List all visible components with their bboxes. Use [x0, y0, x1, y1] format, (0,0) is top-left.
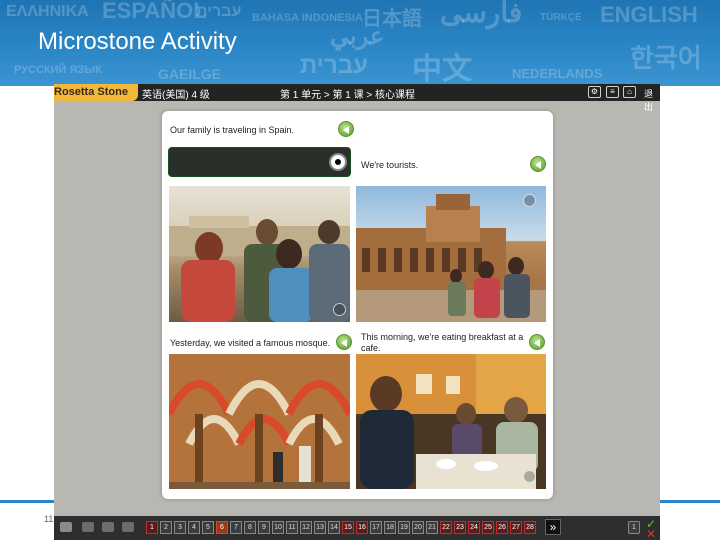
- hint-button[interactable]: 1: [628, 521, 640, 534]
- nav-page-13[interactable]: 13: [314, 521, 326, 534]
- nav-page-26[interactable]: 26: [496, 521, 508, 534]
- nav-page-7[interactable]: 7: [230, 521, 242, 534]
- caption-breakfast-cafe-line2: cafe.: [361, 343, 381, 353]
- nav-page-8[interactable]: 8: [244, 521, 256, 534]
- expand-icon[interactable]: [523, 194, 536, 207]
- bg-word: 한국어: [630, 43, 702, 73]
- bg-word: עברית: [196, 3, 242, 20]
- speaker-icon[interactable]: [530, 156, 546, 172]
- bg-word: РУССКИЙ ЯЗЫК: [14, 64, 102, 76]
- caption-tourists: We're tourists.: [361, 160, 419, 170]
- caption-famous-mosque: Yesterday, we visited a famous mosque.: [170, 338, 331, 348]
- exit-button[interactable]: 退出: [644, 87, 660, 113]
- course-label: 英语(美国) 4 级: [142, 90, 210, 101]
- slide-title: Microstone Activity: [38, 28, 237, 55]
- chat-icon[interactable]: [102, 522, 114, 532]
- nav-page-16[interactable]: 16: [356, 521, 368, 534]
- bg-word: GAEILGE: [158, 66, 222, 82]
- breadcrumb[interactable]: 第 1 单元 > 第 1 课 > 核心课程: [280, 86, 415, 101]
- photo-cafe-breakfast[interactable]: [356, 354, 546, 489]
- nav-page-23[interactable]: 23: [454, 521, 466, 534]
- record-button[interactable]: [329, 153, 347, 171]
- video-icon[interactable]: [122, 522, 134, 532]
- slide-banner: ΕΛΛΗΝΙΚΑ ESPAÑOL עברית BAHASA INDONESIA …: [0, 0, 720, 86]
- nav-page-25[interactable]: 25: [482, 521, 494, 534]
- nav-page-19[interactable]: 19: [398, 521, 410, 534]
- bg-word: NEDERLANDS: [512, 66, 603, 81]
- lesson-nav-bar: 1 2 3 4 5 6 7 8 9 10 11 12 13 14 15 16 17 18 19 20 21 22 23 24 2…: [54, 516, 660, 540]
- bg-word: فارسی: [440, 0, 523, 28]
- logo-text: Rosetta Stone: [54, 86, 128, 98]
- pencil-icon[interactable]: [82, 522, 94, 532]
- nav-page-20[interactable]: 20: [412, 521, 424, 534]
- cafe-illustration: [356, 354, 546, 489]
- nav-page-17[interactable]: 17: [370, 521, 382, 534]
- nav-page-9[interactable]: 9: [258, 521, 270, 534]
- nav-page-21[interactable]: 21: [426, 521, 438, 534]
- nav-page-3[interactable]: 3: [174, 521, 186, 534]
- bg-word: عربي: [330, 23, 385, 50]
- activity-panel: Our family is traveling in Spain. We're …: [162, 111, 553, 499]
- nav-page-27[interactable]: 27: [510, 521, 522, 534]
- nav-page-11[interactable]: 11: [286, 521, 298, 534]
- nav-page-10[interactable]: 10: [272, 521, 284, 534]
- nav-page-15[interactable]: 15: [342, 521, 354, 534]
- photo-tourists-city[interactable]: [169, 186, 350, 322]
- slide-page-number: 11: [44, 514, 54, 524]
- app-window: Rosetta Stone 英语(美国) 4 级 第 1 单元 > 第 1 课 …: [54, 84, 660, 538]
- bg-word: ESPAÑOL: [102, 0, 207, 23]
- nav-page-22[interactable]: 22: [440, 521, 452, 534]
- photo-plaza-espana[interactable]: [356, 186, 546, 322]
- answer-slot[interactable]: [168, 147, 351, 177]
- expand-icon[interactable]: [333, 303, 346, 316]
- nav-page-18[interactable]: 18: [384, 521, 396, 534]
- nav-page-5[interactable]: 5: [202, 521, 214, 534]
- nav-page-6[interactable]: 6: [216, 521, 228, 534]
- screen-icon[interactable]: [60, 522, 72, 532]
- speaker-icon[interactable]: [336, 334, 352, 350]
- mosque-illustration: [169, 354, 350, 489]
- bg-word: ΕΛΛΗΝΙΚΑ: [6, 3, 89, 20]
- nav-page-2[interactable]: 2: [160, 521, 172, 534]
- bg-word: ENGLISH: [600, 2, 698, 27]
- nav-page-12[interactable]: 12: [300, 521, 312, 534]
- menu-icon[interactable]: ≡: [606, 86, 619, 98]
- photo-mosque-arches[interactable]: [169, 354, 350, 489]
- caption-breakfast-cafe: This morning, we're eating breakfast at …: [361, 332, 524, 342]
- settings-icon[interactable]: ⚙: [588, 86, 601, 98]
- nav-page-14[interactable]: 14: [328, 521, 340, 534]
- next-page-button[interactable]: »: [545, 519, 561, 535]
- plaza-illustration: [356, 194, 546, 322]
- nav-page-28[interactable]: 28: [524, 521, 536, 534]
- nav-page-24[interactable]: 24: [468, 521, 480, 534]
- nav-page-4[interactable]: 4: [188, 521, 200, 534]
- app-top-bar: Rosetta Stone 英语(美国) 4 级 第 1 单元 > 第 1 课 …: [54, 84, 660, 112]
- tourists-illustration: [169, 216, 350, 322]
- nav-page-1[interactable]: 1: [146, 521, 158, 534]
- bg-word: 中文: [412, 53, 472, 86]
- speaker-icon[interactable]: [338, 121, 354, 137]
- speaker-icon[interactable]: [529, 334, 545, 350]
- expand-icon[interactable]: [523, 470, 536, 483]
- caption-family-traveling: Our family is traveling in Spain.: [170, 125, 295, 135]
- check-icon[interactable]: ✓ ✕: [646, 518, 658, 540]
- bg-word: TÜRKÇE: [540, 12, 582, 23]
- rosetta-stone-logo: Rosetta Stone: [54, 84, 138, 101]
- bg-word: עברית: [300, 52, 369, 79]
- home-icon[interactable]: ⌂: [623, 86, 636, 98]
